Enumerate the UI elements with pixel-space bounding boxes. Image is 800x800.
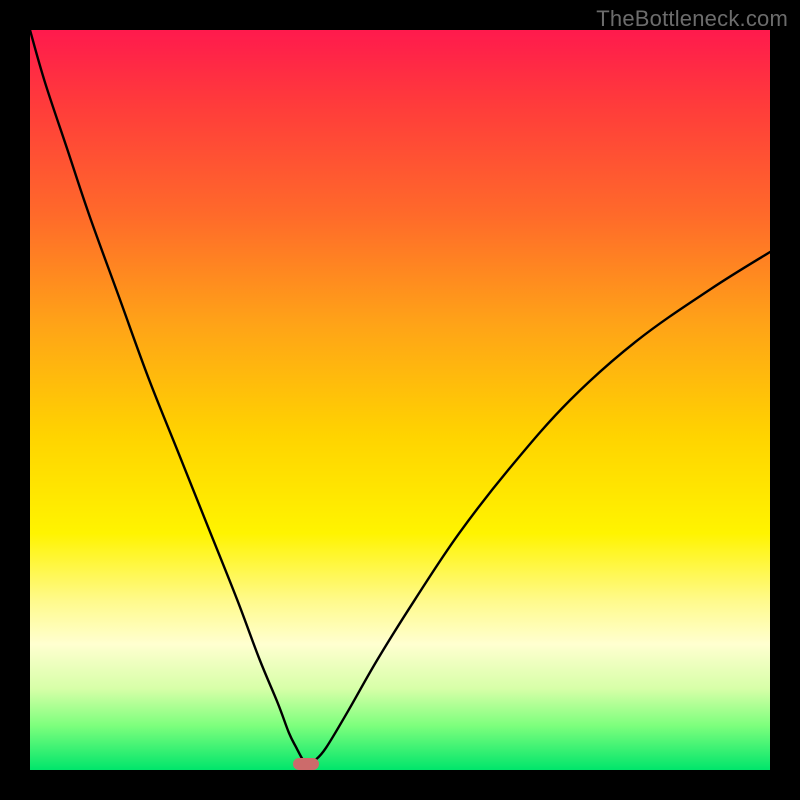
watermark-text: TheBottleneck.com <box>596 6 788 32</box>
plot-area <box>30 30 770 770</box>
bottleneck-curve <box>30 30 770 770</box>
chart-frame: TheBottleneck.com <box>0 0 800 800</box>
optimal-marker <box>293 758 319 770</box>
